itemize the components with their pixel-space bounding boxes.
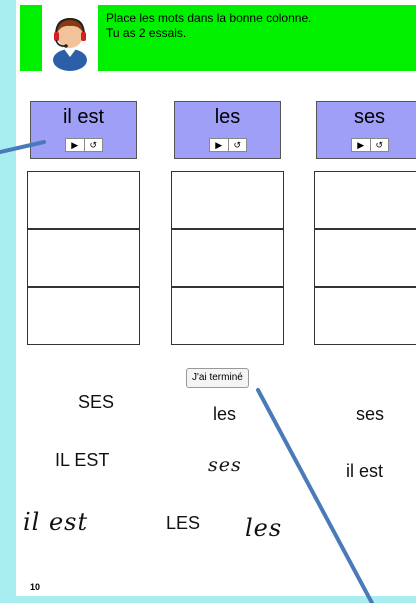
pointer-line: [256, 388, 374, 603]
pointer-lines: [0, 140, 374, 603]
pointer-line: [0, 140, 46, 154]
